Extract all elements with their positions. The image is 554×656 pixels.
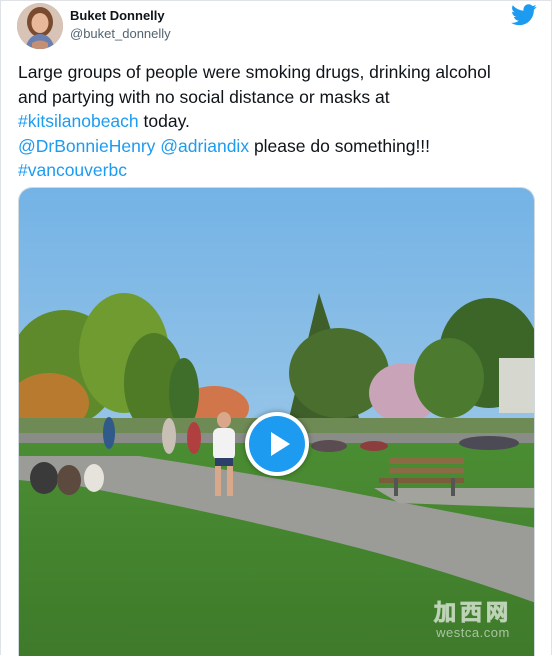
play-button[interactable] (245, 412, 309, 476)
twitter-bird-icon[interactable] (511, 4, 537, 26)
tweet-text-line: Large groups of people were smoking drug… (18, 62, 491, 82)
tweet-text-line: #vancouverbc (18, 158, 540, 183)
avatar[interactable] (17, 3, 63, 49)
mention-adriandix[interactable]: @adriandix (160, 136, 249, 156)
author-handle[interactable]: @buket_donnelly (70, 26, 171, 41)
tweet-text-fragment: please do something!!! (249, 135, 431, 156)
tweet-text-line: #kitsilanobeach today. (18, 109, 540, 134)
play-triangle (271, 432, 290, 456)
tweet-text-line: and partying with no social distance or … (18, 86, 390, 107)
watermark-en: westca.com (436, 625, 510, 640)
tweet-text: Large groups of people were smoking drug… (18, 60, 540, 183)
hashtag-kitsilanobeach[interactable]: #kitsilanobeach (18, 111, 139, 131)
mention-drbonniehenry[interactable]: @DrBonnieHenry (18, 136, 155, 156)
tweet-card: Buket Donnelly @buket_donnelly Large gro… (0, 0, 552, 656)
avatar-image (17, 3, 63, 49)
play-icon (249, 416, 305, 472)
hashtag-vancouverbc[interactable]: #vancouverbc (18, 160, 127, 180)
tweet-text-fragment: today. (138, 111, 190, 131)
watermark: 加西网 westca.com (417, 595, 529, 641)
tweet-text-line: @DrBonnieHenry @adriandix please do some… (18, 134, 540, 159)
author-name[interactable]: Buket Donnelly (70, 8, 165, 23)
watermark-cn: 加西网 (433, 600, 512, 626)
